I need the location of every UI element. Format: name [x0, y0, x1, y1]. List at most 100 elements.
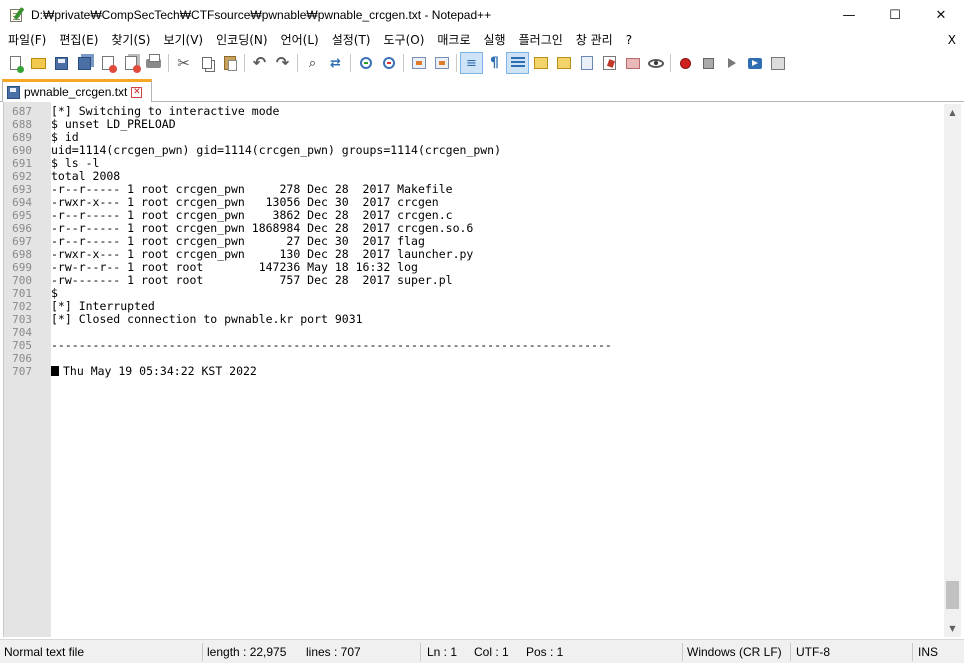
vertical-scrollbar[interactable]: ▲ ▼ — [944, 104, 961, 637]
line-number: 704 — [12, 326, 32, 339]
print-icon[interactable] — [142, 52, 165, 74]
function-list-icon[interactable] — [598, 52, 621, 74]
tab-close-icon[interactable]: ✕ — [131, 86, 143, 98]
copy-icon[interactable] — [195, 52, 218, 74]
close-document-button[interactable]: X — [948, 30, 956, 50]
toolbar-separator — [403, 54, 404, 72]
close-icon[interactable] — [96, 52, 119, 74]
code-line-text: ----------------------------------------… — [51, 338, 612, 352]
save-icon[interactable] — [50, 52, 73, 74]
menu-run[interactable]: 실행 — [476, 30, 511, 50]
new-file-icon[interactable] — [4, 52, 27, 74]
status-insert-mode[interactable]: INS — [918, 640, 938, 663]
line-number: 692 — [12, 170, 32, 183]
status-divider — [790, 643, 791, 661]
toolbar-separator — [350, 54, 351, 72]
sync-horizontal-icon[interactable] — [430, 52, 453, 74]
menu-macro[interactable]: 매크로 — [429, 30, 475, 50]
sync-vertical-icon[interactable] — [407, 52, 430, 74]
playback-macro-icon[interactable] — [720, 52, 743, 74]
menu-language[interactable]: 언어(L) — [273, 30, 324, 50]
toolbar: ✂ ↶ ↷ ⌕ ⇄ ≡ ¶ — [0, 50, 964, 76]
close-all-icon[interactable] — [119, 52, 142, 74]
close-window-button[interactable]: ✕ — [918, 0, 964, 30]
code-line[interactable]: ----------------------------------------… — [51, 339, 612, 352]
tab-pwnable-crcgen[interactable]: pwnable_crcgen.txt ✕ — [2, 79, 152, 102]
maximize-button[interactable]: ☐ — [872, 0, 918, 30]
cut-icon[interactable]: ✂ — [172, 52, 195, 74]
line-number: 690 — [12, 144, 32, 157]
status-eol[interactable]: Windows (CR LF) — [687, 640, 782, 663]
editor[interactable]: 687 688 689 690 691 692 693 694 695 696 697 698 699 7… — [3, 102, 961, 637]
toolbar-separator — [456, 54, 457, 72]
menu-view[interactable]: 보기(V) — [155, 30, 208, 50]
menu-window[interactable]: 창 관리 — [568, 30, 618, 50]
code-line-text: $ ls -l — [51, 156, 100, 170]
folder-as-workspace-icon[interactable] — [621, 52, 644, 74]
document-map-icon[interactable] — [552, 52, 575, 74]
menu-encoding[interactable]: 인코딩(N) — [208, 30, 272, 50]
record-macro-icon[interactable] — [674, 52, 697, 74]
code-line-text: Thu May 19 05:34:22 KST 2022 — [63, 364, 257, 378]
find-icon[interactable]: ⌕ — [301, 52, 324, 74]
scroll-up-icon[interactable]: ▲ — [944, 104, 961, 121]
title-bar: D:₩private₩CompSecTech₩CTFsource₩pwnable… — [0, 0, 964, 30]
undo-icon[interactable]: ↶ — [248, 52, 271, 74]
word-wrap-icon[interactable]: ≡ — [460, 52, 483, 74]
menu-file[interactable]: 파일(F) — [0, 30, 51, 50]
paste-icon[interactable] — [218, 52, 241, 74]
line-number: 694 — [12, 196, 32, 209]
line-number: 707 — [12, 365, 32, 378]
code-line-text: -rw-r--r-- 1 root root 147236 May 18 16:… — [51, 260, 418, 274]
code-line-text: -r--r----- 1 root crcgen_pwn 27 Dec 30 2… — [51, 234, 425, 248]
run-macro-multiple-icon[interactable] — [743, 52, 766, 74]
code-line[interactable]: -rw------- 1 root root 757 Dec 28 2017 s… — [51, 274, 453, 287]
minimize-button[interactable]: — — [826, 0, 872, 30]
line-number: 689 — [12, 131, 32, 144]
scroll-thumb[interactable] — [946, 581, 959, 609]
save-all-icon[interactable] — [73, 52, 96, 74]
code-line[interactable]: [*] Closed connection to pwnable.kr port… — [51, 313, 363, 326]
zoom-out-icon[interactable] — [377, 52, 400, 74]
toolbar-separator — [244, 54, 245, 72]
line-number: 693 — [12, 183, 32, 196]
menu-search[interactable]: 찾기(S) — [103, 30, 155, 50]
replace-icon[interactable]: ⇄ — [324, 52, 347, 74]
monitoring-icon[interactable] — [644, 52, 667, 74]
indent-guide-icon[interactable] — [506, 52, 529, 74]
menu-help[interactable]: ? — [618, 30, 637, 50]
line-number: 691 — [12, 157, 32, 170]
status-bar: Normal text file length : 22,975 lines :… — [0, 639, 964, 663]
black-square-icon — [51, 366, 59, 376]
line-number: 706 — [12, 352, 32, 365]
zoom-in-icon[interactable] — [354, 52, 377, 74]
menu-edit[interactable]: 편집(E) — [51, 30, 103, 50]
code-line-text: -r--r----- 1 root crcgen_pwn 1868984 Dec… — [51, 221, 474, 235]
status-encoding[interactable]: UTF-8 — [796, 640, 830, 663]
menu-plugins[interactable]: 플러그인 — [511, 30, 568, 50]
save-macro-icon[interactable] — [766, 52, 789, 74]
menu-bar: 파일(F) 편집(E) 찾기(S) 보기(V) 인코딩(N) 언어(L) 설정(… — [0, 30, 964, 50]
line-number: 688 — [12, 118, 32, 131]
menu-settings[interactable]: 설정(T) — [324, 30, 376, 50]
document-list-icon[interactable] — [575, 52, 598, 74]
line-number: 703 — [12, 313, 32, 326]
menu-tools[interactable]: 도구(O) — [376, 30, 430, 50]
user-language-icon[interactable] — [529, 52, 552, 74]
tab-bar: pwnable_crcgen.txt ✕ — [0, 76, 964, 102]
line-number: 700 — [12, 274, 32, 287]
status-file-type: Normal text file — [4, 645, 85, 659]
scroll-down-icon[interactable]: ▼ — [944, 620, 961, 637]
code-line-text: $ unset LD_PRELOAD — [51, 117, 176, 131]
redo-icon[interactable]: ↷ — [271, 52, 294, 74]
stop-macro-icon[interactable] — [697, 52, 720, 74]
open-file-icon[interactable] — [27, 52, 50, 74]
code-line[interactable]: uid=1114(crcgen_pwn) gid=1114(crcgen_pwn… — [51, 144, 501, 157]
status-column: Col : 1 — [474, 645, 509, 659]
line-number: 705 — [12, 339, 32, 352]
tab-label: pwnable_crcgen.txt — [24, 85, 128, 99]
code-line[interactable]: Thu May 19 05:34:22 KST 2022 — [51, 365, 257, 378]
code-line-text: total 2008 — [51, 169, 121, 183]
show-all-characters-icon[interactable]: ¶ — [483, 52, 506, 74]
code-line-text: [*] Interrupted — [51, 299, 155, 313]
